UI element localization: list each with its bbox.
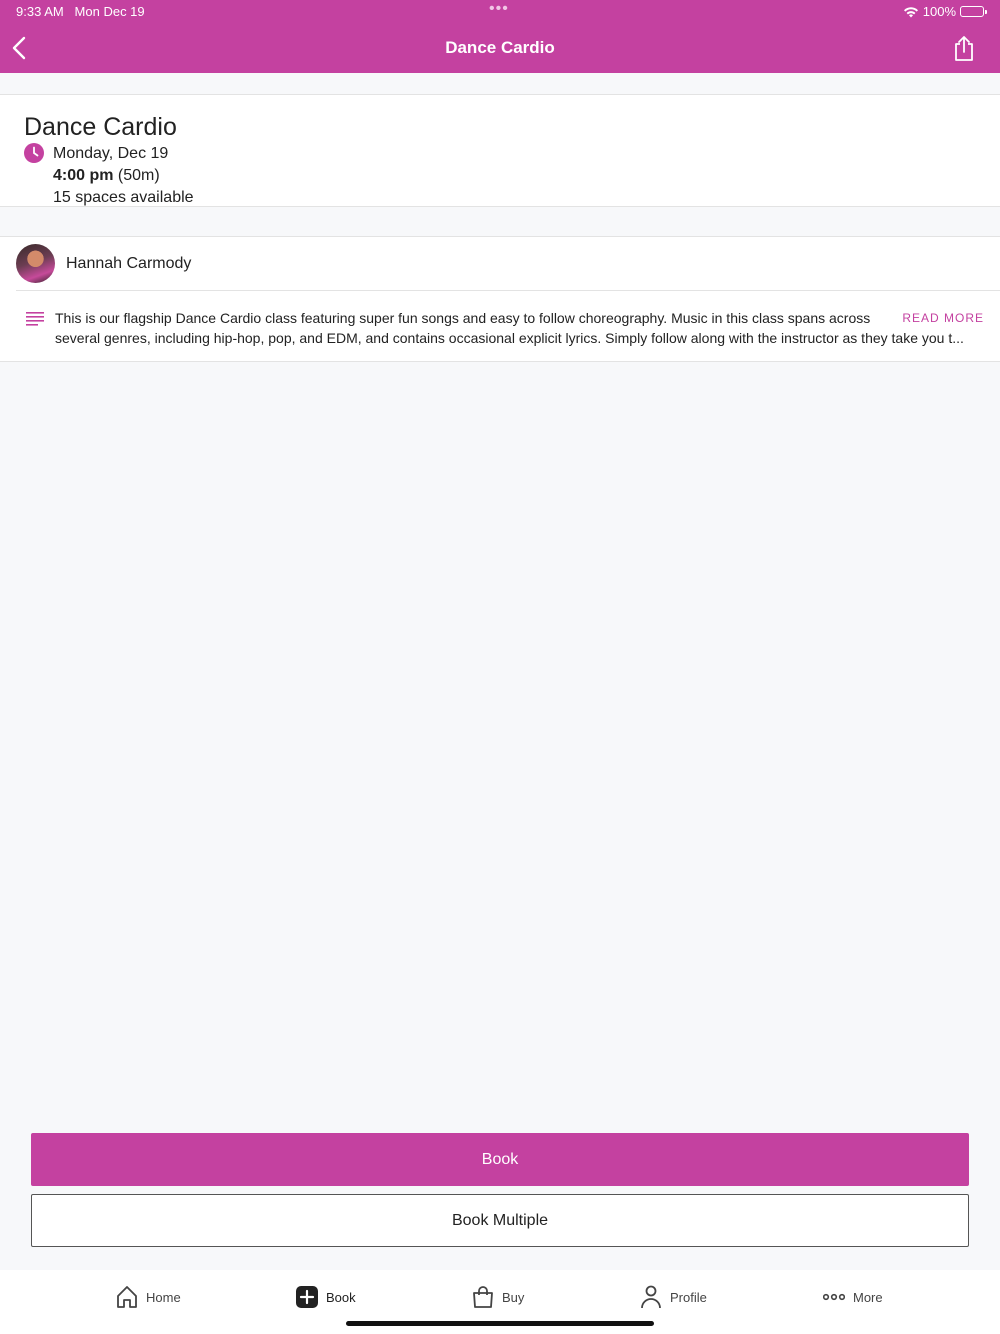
tab-more[interactable]: More: [823, 1284, 883, 1310]
avatar: [16, 244, 55, 283]
share-icon: [955, 36, 973, 61]
clock-icon: [24, 143, 44, 163]
more-dots-icon: [823, 1293, 845, 1301]
class-info-card: Dance Cardio Monday, Dec 19 4:00 pm (50m…: [0, 94, 1000, 207]
home-indicator[interactable]: [346, 1321, 654, 1326]
tab-buy-label: Buy: [502, 1289, 525, 1305]
wifi-icon: [903, 6, 918, 17]
tab-book[interactable]: Book: [296, 1284, 356, 1310]
class-start-time: 4:00 pm: [53, 167, 114, 184]
shopping-bag-icon: [473, 1286, 493, 1308]
status-time: 9:33 AM Mon Dec 19: [16, 4, 145, 19]
tab-profile[interactable]: Profile: [640, 1284, 707, 1310]
tab-more-label: More: [853, 1289, 883, 1305]
description-icon: [26, 312, 44, 326]
class-date: Monday, Dec 19: [53, 145, 169, 162]
class-duration: (50m): [117, 167, 160, 184]
page-title: Dance Cardio: [445, 38, 555, 57]
person-icon: [641, 1285, 661, 1309]
share-button[interactable]: [952, 34, 976, 62]
class-title: Dance Cardio: [24, 113, 177, 141]
tab-book-label: Book: [326, 1289, 356, 1305]
description-line-1: This is our flagship Dance Cardio class …: [55, 310, 871, 326]
plus-square-icon: [296, 1286, 318, 1308]
battery-icon: [960, 6, 987, 17]
home-icon: [117, 1286, 137, 1308]
instructor-name: Hannah Carmody: [66, 255, 192, 272]
description-line-2: several genres, including hip-hop, pop, …: [55, 330, 964, 346]
tab-profile-label: Profile: [670, 1289, 707, 1305]
tab-home-label: Home: [146, 1289, 181, 1305]
class-time: 4:00 pm (50m): [53, 167, 160, 185]
tab-buy[interactable]: Buy: [472, 1284, 524, 1310]
book-multiple-button[interactable]: Book Multiple: [31, 1194, 969, 1247]
instructor-row[interactable]: Hannah Carmody: [16, 237, 1000, 291]
book-button[interactable]: Book: [31, 1133, 969, 1186]
class-detail-card: Hannah Carmody This is our flagship Danc…: [0, 236, 1000, 362]
spaces-available: 15 spaces available: [53, 189, 194, 206]
class-description: This is our flagship Dance Cardio class …: [55, 308, 985, 348]
nav-header: 9:33 AM Mon Dec 19 ••• 100% Dance Cardio: [0, 0, 1000, 73]
battery-percent: 100%: [922, 4, 956, 19]
read-more-link[interactable]: READ MORE: [902, 311, 984, 325]
tab-home[interactable]: Home: [116, 1284, 181, 1310]
status-indicators: 100%: [903, 4, 987, 19]
multitask-dots[interactable]: •••: [489, 0, 509, 18]
